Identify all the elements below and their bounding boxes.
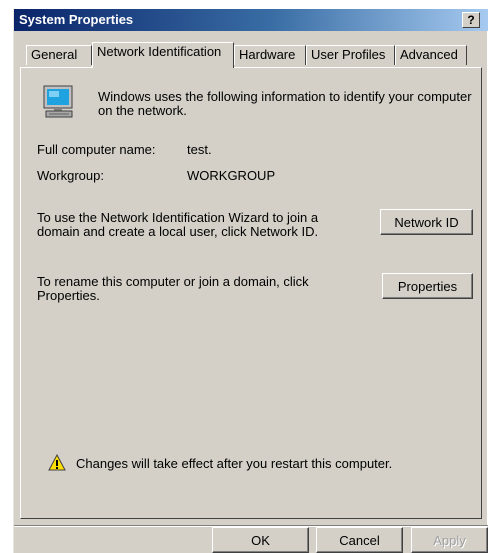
tab-hardware[interactable]: Hardware — [234, 45, 306, 65]
intro-text-line1: Windows uses the following information t… — [98, 89, 472, 104]
properties-button[interactable]: Properties — [382, 273, 473, 299]
cancel-button[interactable]: Cancel — [316, 527, 403, 553]
window-title: System Properties — [19, 12, 134, 27]
full-computer-name-value: test. — [187, 142, 212, 157]
network-id-button[interactable]: Network ID — [380, 209, 473, 235]
network-identification-panel: Windows uses the following information t… — [20, 67, 482, 519]
rename-description-line1: To rename this computer or join a domain… — [37, 274, 309, 289]
intro-text-line2: on the network. — [98, 103, 187, 118]
restart-warning-text: Changes will take effect after you resta… — [76, 456, 393, 471]
system-properties-window: System Properties ? General Network Iden… — [13, 9, 488, 553]
help-button[interactable]: ? — [462, 12, 480, 28]
apply-button: Apply — [411, 527, 488, 553]
rename-description-line2: Properties. — [37, 288, 100, 303]
workgroup-value: WORKGROUP — [187, 168, 276, 183]
title-bar[interactable]: System Properties ? — [14, 9, 488, 31]
tab-advanced[interactable]: Advanced — [395, 45, 467, 65]
network-id-description-line2: domain and create a local user, click Ne… — [37, 224, 319, 239]
full-computer-name-label: Full computer name: — [37, 142, 156, 157]
tab-network-identification[interactable]: Network Identification — [92, 42, 234, 68]
workgroup-label: Workgroup: — [37, 168, 104, 183]
warning-triangle-icon — [48, 454, 66, 471]
tab-user-profiles[interactable]: User Profiles — [306, 45, 395, 65]
tab-general[interactable]: General — [26, 45, 92, 65]
ok-button[interactable]: OK — [212, 527, 309, 553]
network-id-description-line1: To use the Network Identification Wizard… — [37, 210, 319, 225]
computer-monitor-icon — [43, 85, 73, 118]
